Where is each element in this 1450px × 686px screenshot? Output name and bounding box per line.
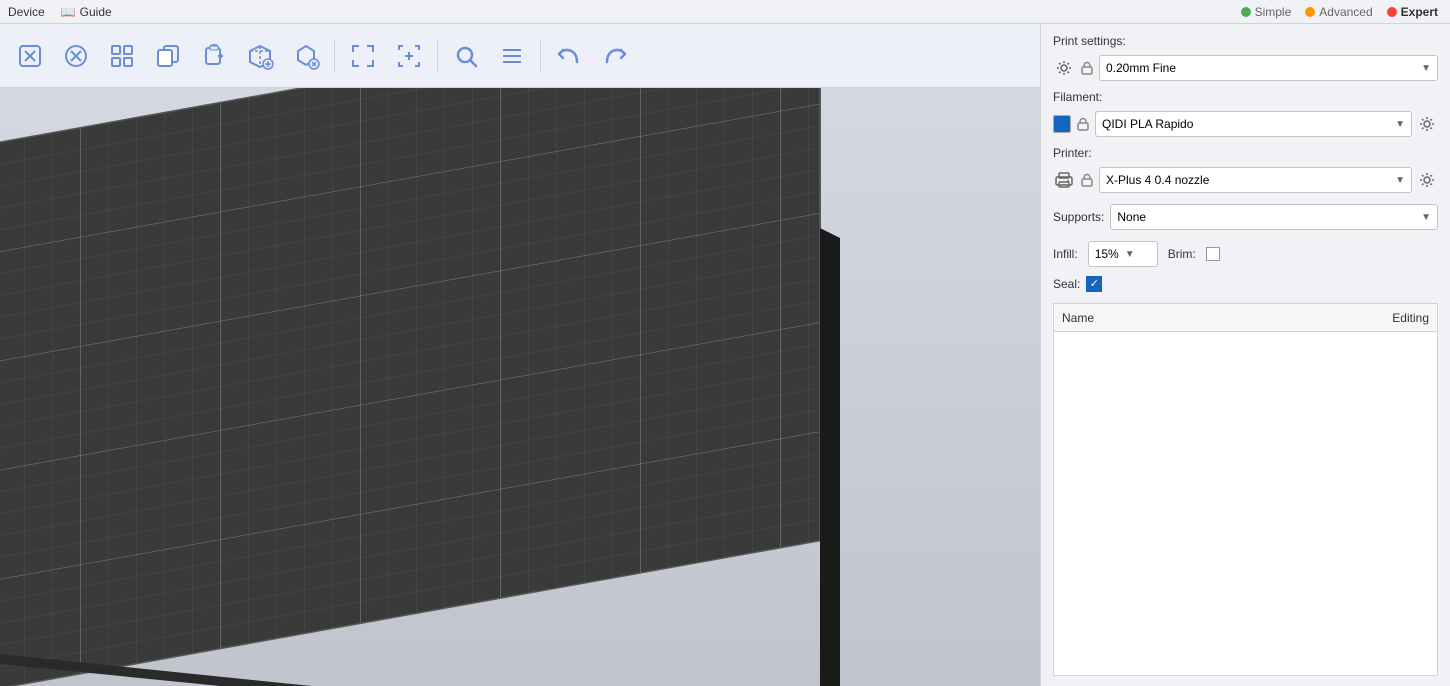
brim-label: Brim:	[1168, 247, 1196, 261]
printer-arrow: ▼	[1395, 175, 1405, 186]
search-button[interactable]	[444, 34, 488, 78]
separator-1	[334, 40, 335, 72]
supports-value: None	[1117, 210, 1146, 224]
scale-to-fit-button[interactable]	[341, 34, 385, 78]
supports-dropdown[interactable]: None ▼	[1110, 204, 1438, 230]
supports-row: Supports: None ▼	[1053, 204, 1438, 230]
device-label: Device	[8, 5, 45, 19]
print-settings-value: 0.20mm Fine	[1106, 61, 1176, 75]
supports-arrow: ▼	[1421, 212, 1431, 223]
filament-label-row: Filament:	[1053, 90, 1438, 104]
table-body	[1054, 332, 1437, 675]
filament-arrow: ▼	[1395, 119, 1405, 130]
delete-all-button[interactable]	[54, 34, 98, 78]
separator-2	[437, 40, 438, 72]
paste-button[interactable]	[192, 34, 236, 78]
advanced-mode-label: Advanced	[1319, 5, 1372, 19]
add-object-button[interactable]	[238, 34, 282, 78]
infill-dropdown[interactable]: 15% ▼	[1088, 241, 1158, 267]
advanced-mode-dot	[1305, 7, 1315, 17]
supports-label: Supports:	[1053, 210, 1104, 224]
printer-dropdown[interactable]: X-Plus 4 0.4 nozzle ▼	[1099, 167, 1412, 193]
infill-label: Infill:	[1053, 247, 1078, 261]
simple-mode-dot	[1241, 7, 1251, 17]
object-table: Name Editing	[1053, 303, 1438, 676]
expert-mode-dot	[1387, 7, 1397, 17]
filament-select-row: QIDI PLA Rapido ▼	[1053, 111, 1438, 137]
expert-mode-label: Expert	[1401, 5, 1438, 19]
table-editing-column: Editing	[1297, 311, 1437, 325]
table-header: Name Editing	[1054, 304, 1437, 332]
print-settings-label: Print settings:	[1053, 34, 1126, 48]
seal-label: Seal:	[1053, 277, 1080, 291]
guide-label: Guide	[80, 5, 112, 19]
infill-arrow: ▼	[1125, 249, 1135, 260]
filament-settings-gear[interactable]	[1416, 113, 1438, 135]
filament-value: QIDI PLA Rapido	[1102, 117, 1193, 131]
guide-icon: 📖	[61, 5, 76, 19]
printer-icon	[1053, 169, 1075, 191]
device-menu[interactable]: Device	[8, 5, 45, 19]
printer-lock-icon	[1079, 172, 1095, 188]
separator-3	[540, 40, 541, 72]
auto-arrange-button[interactable]	[387, 34, 431, 78]
delete-button[interactable]	[8, 34, 52, 78]
brim-checkbox[interactable]	[1206, 247, 1220, 261]
print-settings-row: Print settings:	[1053, 34, 1438, 48]
simple-mode-label: Simple	[1255, 5, 1292, 19]
print-settings-select-row: 0.20mm Fine ▼	[1053, 55, 1438, 81]
filament-dropdown[interactable]: QIDI PLA Rapido ▼	[1095, 111, 1412, 137]
infill-brim-row: Infill: 15% ▼ Brim:	[1053, 241, 1438, 267]
print-settings-arrow: ▼	[1421, 63, 1431, 74]
printer-label: Printer:	[1053, 146, 1092, 160]
split-button[interactable]	[284, 34, 328, 78]
filament-lock-icon	[1075, 116, 1091, 132]
printer-label-row: Printer:	[1053, 146, 1438, 160]
printer-select-row: X-Plus 4 0.4 nozzle ▼	[1053, 167, 1438, 193]
print-settings-dropdown[interactable]: 0.20mm Fine ▼	[1099, 55, 1438, 81]
layer-view-button[interactable]	[490, 34, 534, 78]
table-name-column: Name	[1054, 311, 1297, 325]
seal-checkmark: ✓	[1090, 279, 1099, 290]
advanced-mode[interactable]: Advanced	[1305, 5, 1372, 19]
expert-mode[interactable]: Expert	[1387, 5, 1438, 19]
filament-color-swatch[interactable]	[1053, 115, 1071, 133]
guide-menu[interactable]: 📖 Guide	[61, 5, 112, 19]
printer-value: X-Plus 4 0.4 nozzle	[1106, 173, 1209, 187]
filament-label: Filament:	[1053, 90, 1102, 104]
simple-mode[interactable]: Simple	[1241, 5, 1292, 19]
seal-checkbox[interactable]: ✓	[1086, 276, 1102, 292]
arrange-button[interactable]	[100, 34, 144, 78]
redo-button[interactable]	[593, 34, 637, 78]
print-settings-gear[interactable]	[1053, 57, 1075, 79]
infill-value: 15%	[1095, 247, 1119, 261]
printer-settings-gear[interactable]	[1416, 169, 1438, 191]
seal-row: Seal: ✓	[1053, 276, 1438, 292]
copy-button[interactable]	[146, 34, 190, 78]
print-settings-lock-icon	[1079, 60, 1095, 76]
undo-button[interactable]	[547, 34, 591, 78]
